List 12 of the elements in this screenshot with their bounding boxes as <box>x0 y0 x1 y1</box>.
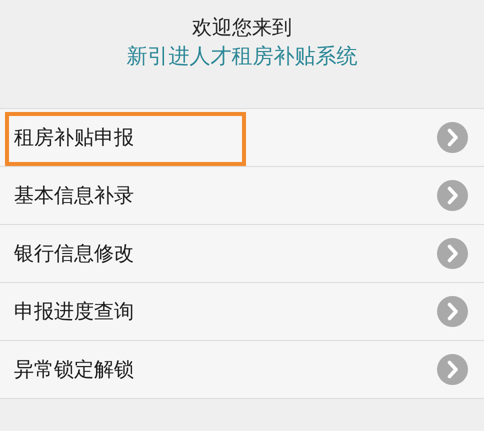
menu-item[interactable]: 银行信息修改 <box>0 225 484 283</box>
chevron-right-icon <box>437 122 468 153</box>
chevron-right-icon <box>437 180 468 211</box>
chevron-right-icon <box>437 354 468 385</box>
system-title: 新引进人才租房补贴系统 <box>126 43 358 70</box>
chevron-right-icon <box>437 296 468 327</box>
menu-item[interactable]: 异常锁定解锁 <box>0 341 484 399</box>
chevron-right-icon <box>437 238 468 269</box>
menu-item[interactable]: 租房补贴申报 <box>0 109 484 167</box>
welcome-text: 欢迎您来到 <box>192 14 292 40</box>
menu-item[interactable]: 基本信息补录 <box>0 167 484 225</box>
menu-item[interactable]: 申报进度查询 <box>0 283 484 341</box>
